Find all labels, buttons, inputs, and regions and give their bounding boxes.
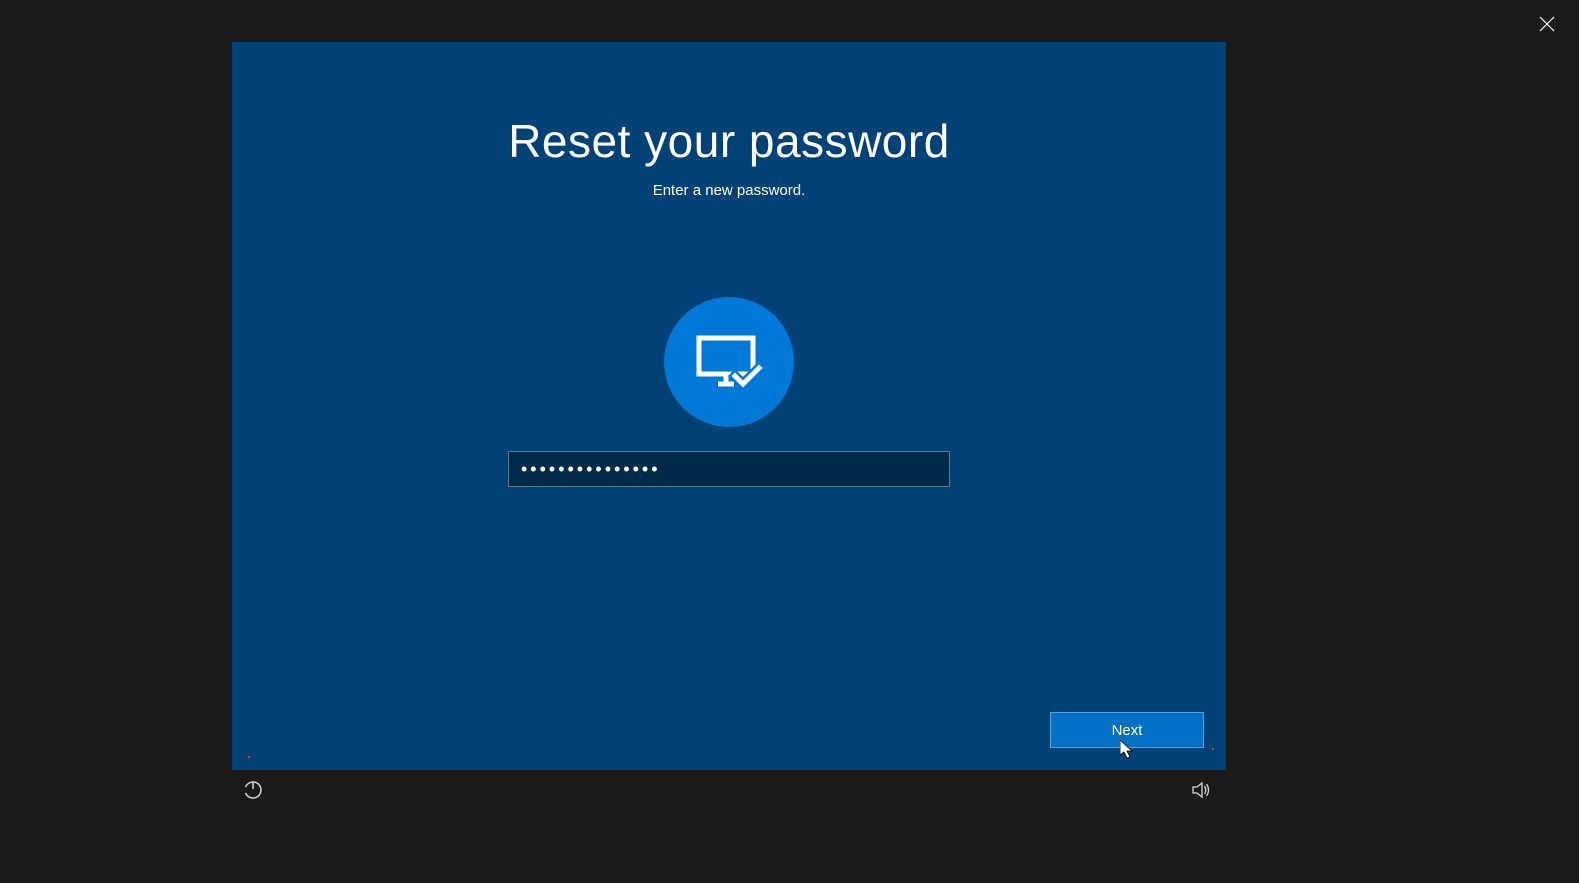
close-button[interactable] bbox=[1535, 12, 1559, 36]
new-password-input[interactable] bbox=[508, 451, 950, 487]
page-title: Reset your password bbox=[232, 114, 1226, 168]
next-button[interactable]: Next bbox=[1050, 712, 1204, 748]
volume-button[interactable] bbox=[1191, 780, 1211, 800]
decoration-dot bbox=[1212, 748, 1214, 750]
close-icon bbox=[1539, 16, 1555, 32]
power-button[interactable] bbox=[243, 780, 263, 800]
volume-icon bbox=[1191, 780, 1211, 800]
page-subtitle: Enter a new password. bbox=[232, 182, 1226, 199]
decoration-dot bbox=[248, 756, 250, 758]
power-icon bbox=[243, 780, 263, 800]
account-avatar bbox=[664, 297, 794, 427]
main-panel: Reset your password Enter a new password… bbox=[232, 42, 1226, 770]
password-field-wrap bbox=[232, 451, 1226, 487]
monitor-check-icon bbox=[693, 334, 765, 390]
